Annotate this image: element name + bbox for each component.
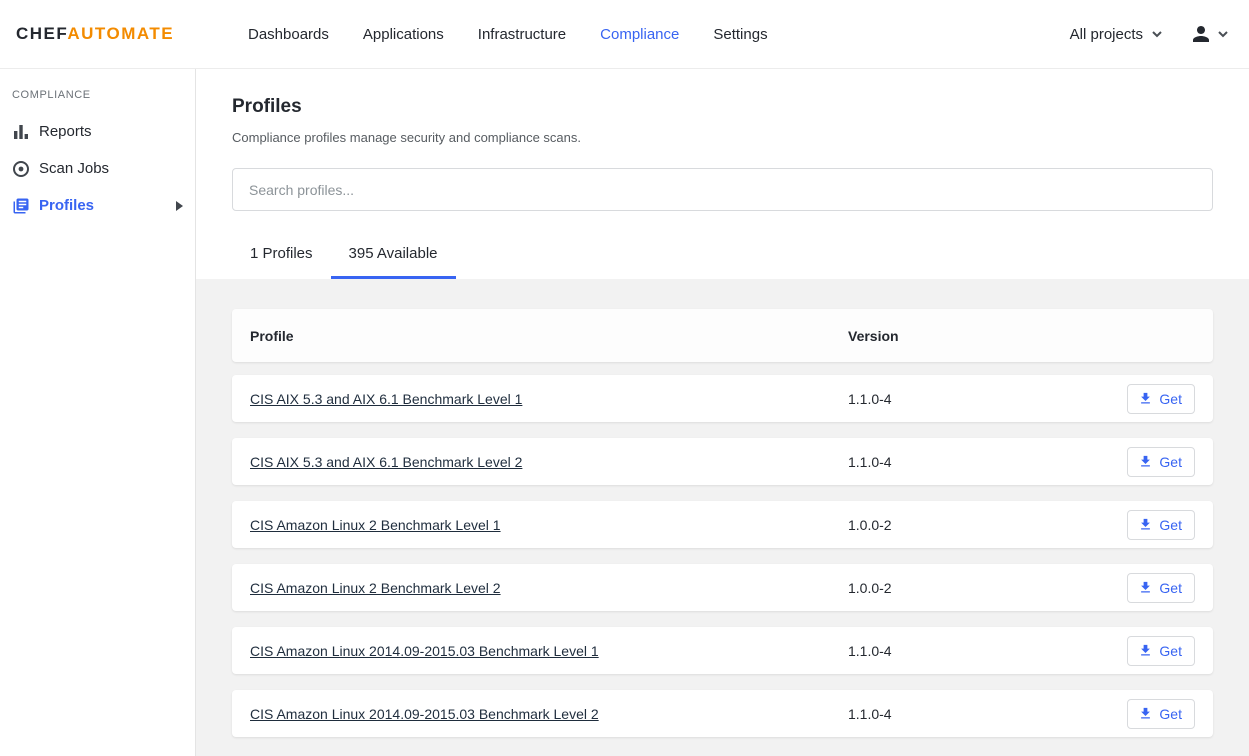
profiles-table-body: CIS AIX 5.3 and AIX 6.1 Benchmark Level … [232, 375, 1213, 737]
get-button-label: Get [1159, 580, 1182, 596]
logo-chef: CHEF [16, 24, 67, 43]
download-icon [1138, 706, 1153, 721]
get-button[interactable]: Get [1127, 636, 1195, 666]
download-icon [1138, 580, 1153, 595]
user-avatar-icon [1189, 22, 1213, 46]
table-row: CIS AIX 5.3 and AIX 6.1 Benchmark Level … [232, 438, 1213, 485]
main-content: Profiles Compliance profiles manage secu… [196, 69, 1249, 756]
get-button[interactable]: Get [1127, 447, 1195, 477]
search-input[interactable] [232, 168, 1213, 211]
sidebar-item-profiles[interactable]: Profiles [0, 187, 195, 224]
active-item-arrow-icon [176, 201, 183, 211]
tab-my-profiles[interactable]: 1 Profiles [232, 233, 331, 279]
get-button[interactable]: Get [1127, 510, 1195, 540]
profile-link[interactable]: CIS Amazon Linux 2 Benchmark Level 1 [250, 517, 501, 533]
projects-filter-dropdown[interactable]: All projects [1070, 26, 1163, 43]
profile-version: 1.0.0-2 [848, 517, 1127, 533]
get-button-label: Get [1159, 454, 1182, 470]
table-row: CIS AIX 5.3 and AIX 6.1 Benchmark Level … [232, 375, 1213, 422]
chevron-down-icon [1217, 28, 1229, 40]
logo-automate: AUTOMATE [67, 24, 174, 43]
profile-version: 1.1.0-4 [848, 454, 1127, 470]
column-header-profile: Profile [232, 328, 848, 344]
sidebar-item-label: Reports [39, 123, 92, 140]
page-subtitle: Compliance profiles manage security and … [232, 130, 1213, 145]
get-button[interactable]: Get [1127, 573, 1195, 603]
nav-applications[interactable]: Applications [363, 26, 444, 43]
page-header: Profiles Compliance profiles manage secu… [196, 69, 1249, 279]
profile-version: 1.0.0-2 [848, 580, 1127, 596]
profile-link[interactable]: CIS AIX 5.3 and AIX 6.1 Benchmark Level … [250, 454, 522, 470]
column-header-version: Version [848, 328, 1213, 344]
sidebar-item-label: Profiles [39, 197, 94, 214]
projects-filter-label: All projects [1070, 26, 1143, 43]
table-row: CIS Amazon Linux 2 Benchmark Level 2 1.0… [232, 564, 1213, 611]
nav-infrastructure[interactable]: Infrastructure [478, 26, 566, 43]
download-icon [1138, 391, 1153, 406]
get-button[interactable]: Get [1127, 699, 1195, 729]
profile-link[interactable]: CIS AIX 5.3 and AIX 6.1 Benchmark Level … [250, 391, 522, 407]
get-button-label: Get [1159, 517, 1182, 533]
topnav-right: All projects [1070, 22, 1229, 46]
profile-link[interactable]: CIS Amazon Linux 2014.09-2015.03 Benchma… [250, 706, 599, 722]
table-row: CIS Amazon Linux 2014.09-2015.03 Benchma… [232, 627, 1213, 674]
nav-dashboards[interactable]: Dashboards [248, 26, 329, 43]
user-menu[interactable] [1189, 22, 1229, 46]
profiles-tabs: 1 Profiles 395 Available [232, 233, 1213, 279]
get-button-label: Get [1159, 391, 1182, 407]
get-button-label: Get [1159, 643, 1182, 659]
sidebar-heading: COMPLIANCE [0, 89, 195, 101]
sidebar-item-reports[interactable]: Reports [0, 113, 195, 150]
chef-automate-logo[interactable]: CHEFAUTOMATE [16, 24, 196, 44]
library-icon [12, 197, 30, 215]
profile-version: 1.1.0-4 [848, 643, 1127, 659]
compliance-sidebar: COMPLIANCE Reports Scan Jobs Profiles [0, 69, 196, 756]
sidebar-item-label: Scan Jobs [39, 160, 109, 177]
profile-version: 1.1.0-4 [848, 391, 1127, 407]
table-header-row: Profile Version [232, 309, 1213, 362]
profile-link[interactable]: CIS Amazon Linux 2 Benchmark Level 2 [250, 580, 501, 596]
top-navigation: CHEFAUTOMATE Dashboards Applications Inf… [0, 0, 1249, 69]
get-button-label: Get [1159, 706, 1182, 722]
download-icon [1138, 643, 1153, 658]
tab-available[interactable]: 395 Available [331, 233, 456, 279]
download-icon [1138, 454, 1153, 469]
page-title: Profiles [232, 96, 1213, 118]
bar-chart-icon [12, 123, 30, 141]
primary-nav: Dashboards Applications Infrastructure C… [248, 26, 768, 43]
profiles-table-area: Profile Version CIS AIX 5.3 and AIX 6.1 … [196, 279, 1249, 756]
search-wrap [232, 168, 1213, 211]
chevron-down-icon [1151, 28, 1163, 40]
nav-compliance[interactable]: Compliance [600, 26, 679, 43]
table-row: CIS Amazon Linux 2014.09-2015.03 Benchma… [232, 690, 1213, 737]
radar-icon [12, 160, 30, 178]
profile-version: 1.1.0-4 [848, 706, 1127, 722]
nav-settings[interactable]: Settings [713, 26, 767, 43]
download-icon [1138, 517, 1153, 532]
table-row: CIS Amazon Linux 2 Benchmark Level 1 1.0… [232, 501, 1213, 548]
profile-link[interactable]: CIS Amazon Linux 2014.09-2015.03 Benchma… [250, 643, 599, 659]
sidebar-item-scan-jobs[interactable]: Scan Jobs [0, 150, 195, 187]
get-button[interactable]: Get [1127, 384, 1195, 414]
